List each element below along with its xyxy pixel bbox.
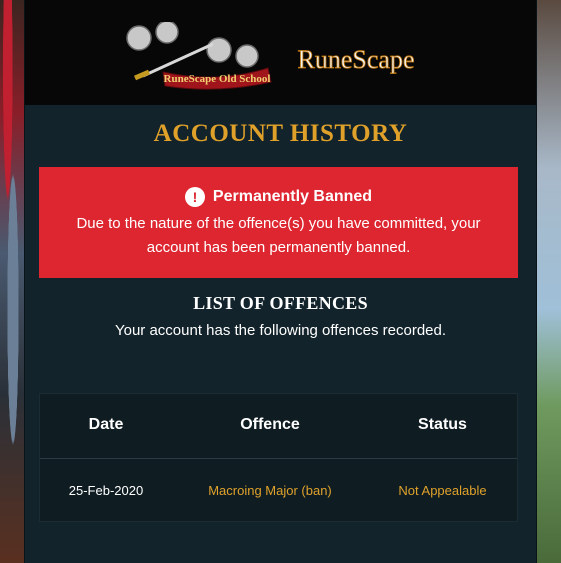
page-title: ACCOUNT HISTORY	[153, 120, 408, 147]
offences-table: Date Offence Status 25-Feb-2020 Macroing…	[39, 393, 518, 522]
column-header-date: Date	[88, 416, 124, 433]
exclamation-circle-icon: !	[184, 187, 205, 207]
ban-notice: ! Permanently Banned Due to the nature o…	[39, 167, 518, 278]
osrs-logo[interactable]: RuneScape Old School	[123, 22, 273, 92]
offences-title: LIST OF OFFENCES	[193, 293, 368, 313]
offences-table-header: Date Offence Status	[40, 394, 517, 459]
offence-status: Not Appealable	[398, 483, 487, 498]
runescape-logo[interactable]: RuneScape	[287, 38, 425, 78]
logo-bar: RuneScape Old School RuneScape	[25, 0, 536, 105]
background-art-right	[535, 0, 561, 563]
offences-description: Your account has the following offences …	[114, 322, 447, 339]
column-header-status: Status	[418, 416, 467, 433]
account-history-panel: RuneScape Old School RuneScape ACCOUNT H…	[24, 0, 537, 563]
osrs-logo-text: RuneScape Old School	[164, 73, 271, 85]
ban-notice-header: ! Permanently Banned	[39, 187, 518, 207]
column-header-offence: Offence	[240, 416, 300, 433]
offence-date: 25-Feb-2020	[68, 483, 144, 498]
ban-notice-title: Permanently Banned	[212, 188, 373, 205]
offence-name: Macroing Major (ban)	[208, 483, 332, 498]
runescape-logo-text: RuneScape	[298, 45, 415, 74]
background-art-left	[0, 0, 26, 563]
ban-notice-message: Due to the nature of the offence(s) you …	[76, 215, 481, 256]
